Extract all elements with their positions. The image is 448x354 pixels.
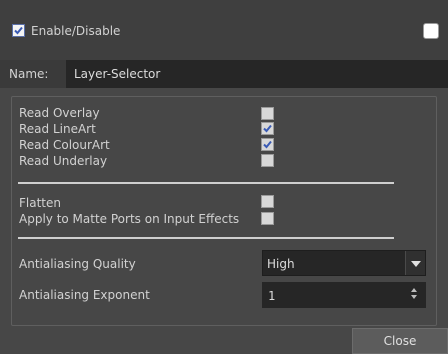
apply-matte-checkbox[interactable] bbox=[261, 212, 274, 225]
checkmark-icon bbox=[263, 140, 272, 149]
flatten-checkbox[interactable] bbox=[261, 195, 274, 208]
separator bbox=[18, 237, 394, 239]
checkmark-icon bbox=[14, 26, 23, 35]
read-overlay-label: Read Overlay bbox=[19, 106, 100, 120]
antialiasing-quality-value: High bbox=[267, 257, 295, 271]
flatten-label: Flatten bbox=[19, 196, 61, 210]
checkmark-icon bbox=[263, 124, 272, 133]
spin-arrows-icon[interactable] bbox=[411, 288, 417, 302]
read-overlay-checkbox[interactable] bbox=[261, 107, 274, 120]
name-input[interactable]: Layer-Selector bbox=[66, 60, 448, 88]
read-underlay-label: Read Underlay bbox=[19, 154, 108, 168]
color-swatch[interactable] bbox=[423, 23, 439, 39]
name-label: Name: bbox=[9, 67, 49, 81]
close-button[interactable]: Close bbox=[352, 328, 448, 354]
separator bbox=[18, 182, 394, 184]
antialiasing-quality-label: Antialiasing Quality bbox=[19, 257, 136, 271]
apply-matte-label: Apply to Matte Ports on Input Effects bbox=[19, 212, 240, 226]
antialiasing-exponent-value: 1 bbox=[268, 289, 276, 303]
enable-label: Enable/Disable bbox=[31, 24, 121, 38]
antialiasing-exponent-spinbox[interactable]: 1 bbox=[262, 282, 426, 308]
read-lineart-label: Read LineArt bbox=[19, 122, 96, 136]
read-underlay-checkbox[interactable] bbox=[261, 154, 274, 167]
read-colourart-label: Read ColourArt bbox=[19, 138, 110, 152]
antialiasing-exponent-label: Antialiasing Exponent bbox=[19, 288, 150, 302]
chevron-down-icon[interactable] bbox=[405, 251, 425, 275]
enable-checkbox[interactable] bbox=[12, 24, 25, 37]
read-colourart-checkbox[interactable] bbox=[261, 138, 274, 151]
read-lineart-checkbox[interactable] bbox=[261, 122, 274, 135]
antialiasing-quality-select[interactable]: High bbox=[262, 250, 426, 276]
